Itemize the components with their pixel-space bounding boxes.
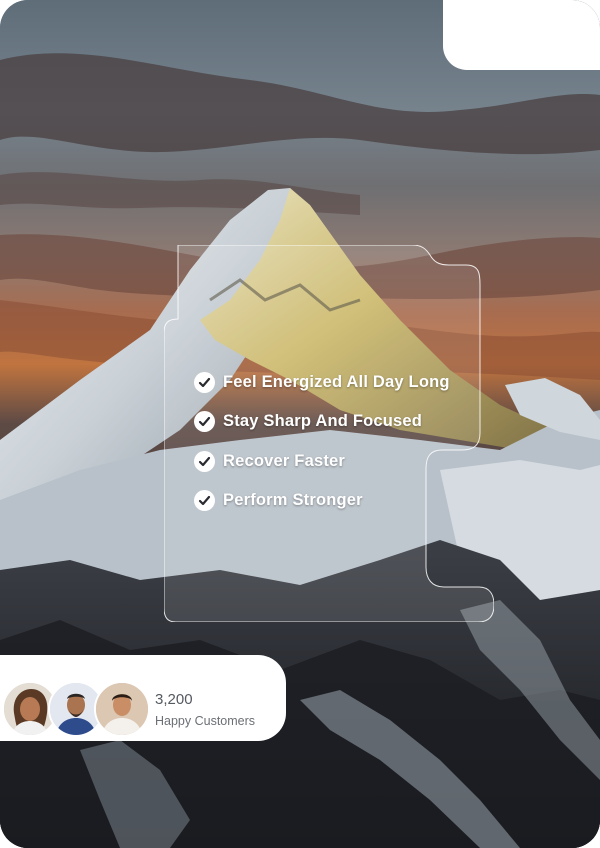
customer-caption: Happy Customers [155, 714, 256, 728]
check-circle-icon [194, 411, 215, 432]
avatar [94, 681, 150, 737]
check-circle-icon [194, 450, 215, 472]
list-item: Stay Sharp And Focused [194, 408, 450, 436]
check-circle-icon [194, 371, 215, 393]
check-circle-icon [194, 490, 215, 511]
list-item: Perform Stronger [194, 487, 450, 515]
benefits-list: Feel Energized All Day Long Stay Sharp A… [194, 368, 450, 526]
hero-image: Feel Energized All Day Long Stay Sharp A… [0, 0, 600, 848]
list-item: Feel Energized All Day Long [194, 368, 450, 396]
benefit-label: Recover Faster [223, 451, 346, 470]
customer-stats: 3,200 Happy Customers [155, 691, 255, 729]
list-item: Recover Faster [194, 447, 450, 475]
benefit-label: Perform Stronger [223, 491, 363, 509]
benefit-label: Stay Sharp And Focused [223, 412, 423, 430]
benefit-label: Feel Energized All Day Long [223, 372, 450, 391]
top-right-cutout [443, 0, 600, 70]
customer-count: 3,200 [155, 691, 193, 708]
